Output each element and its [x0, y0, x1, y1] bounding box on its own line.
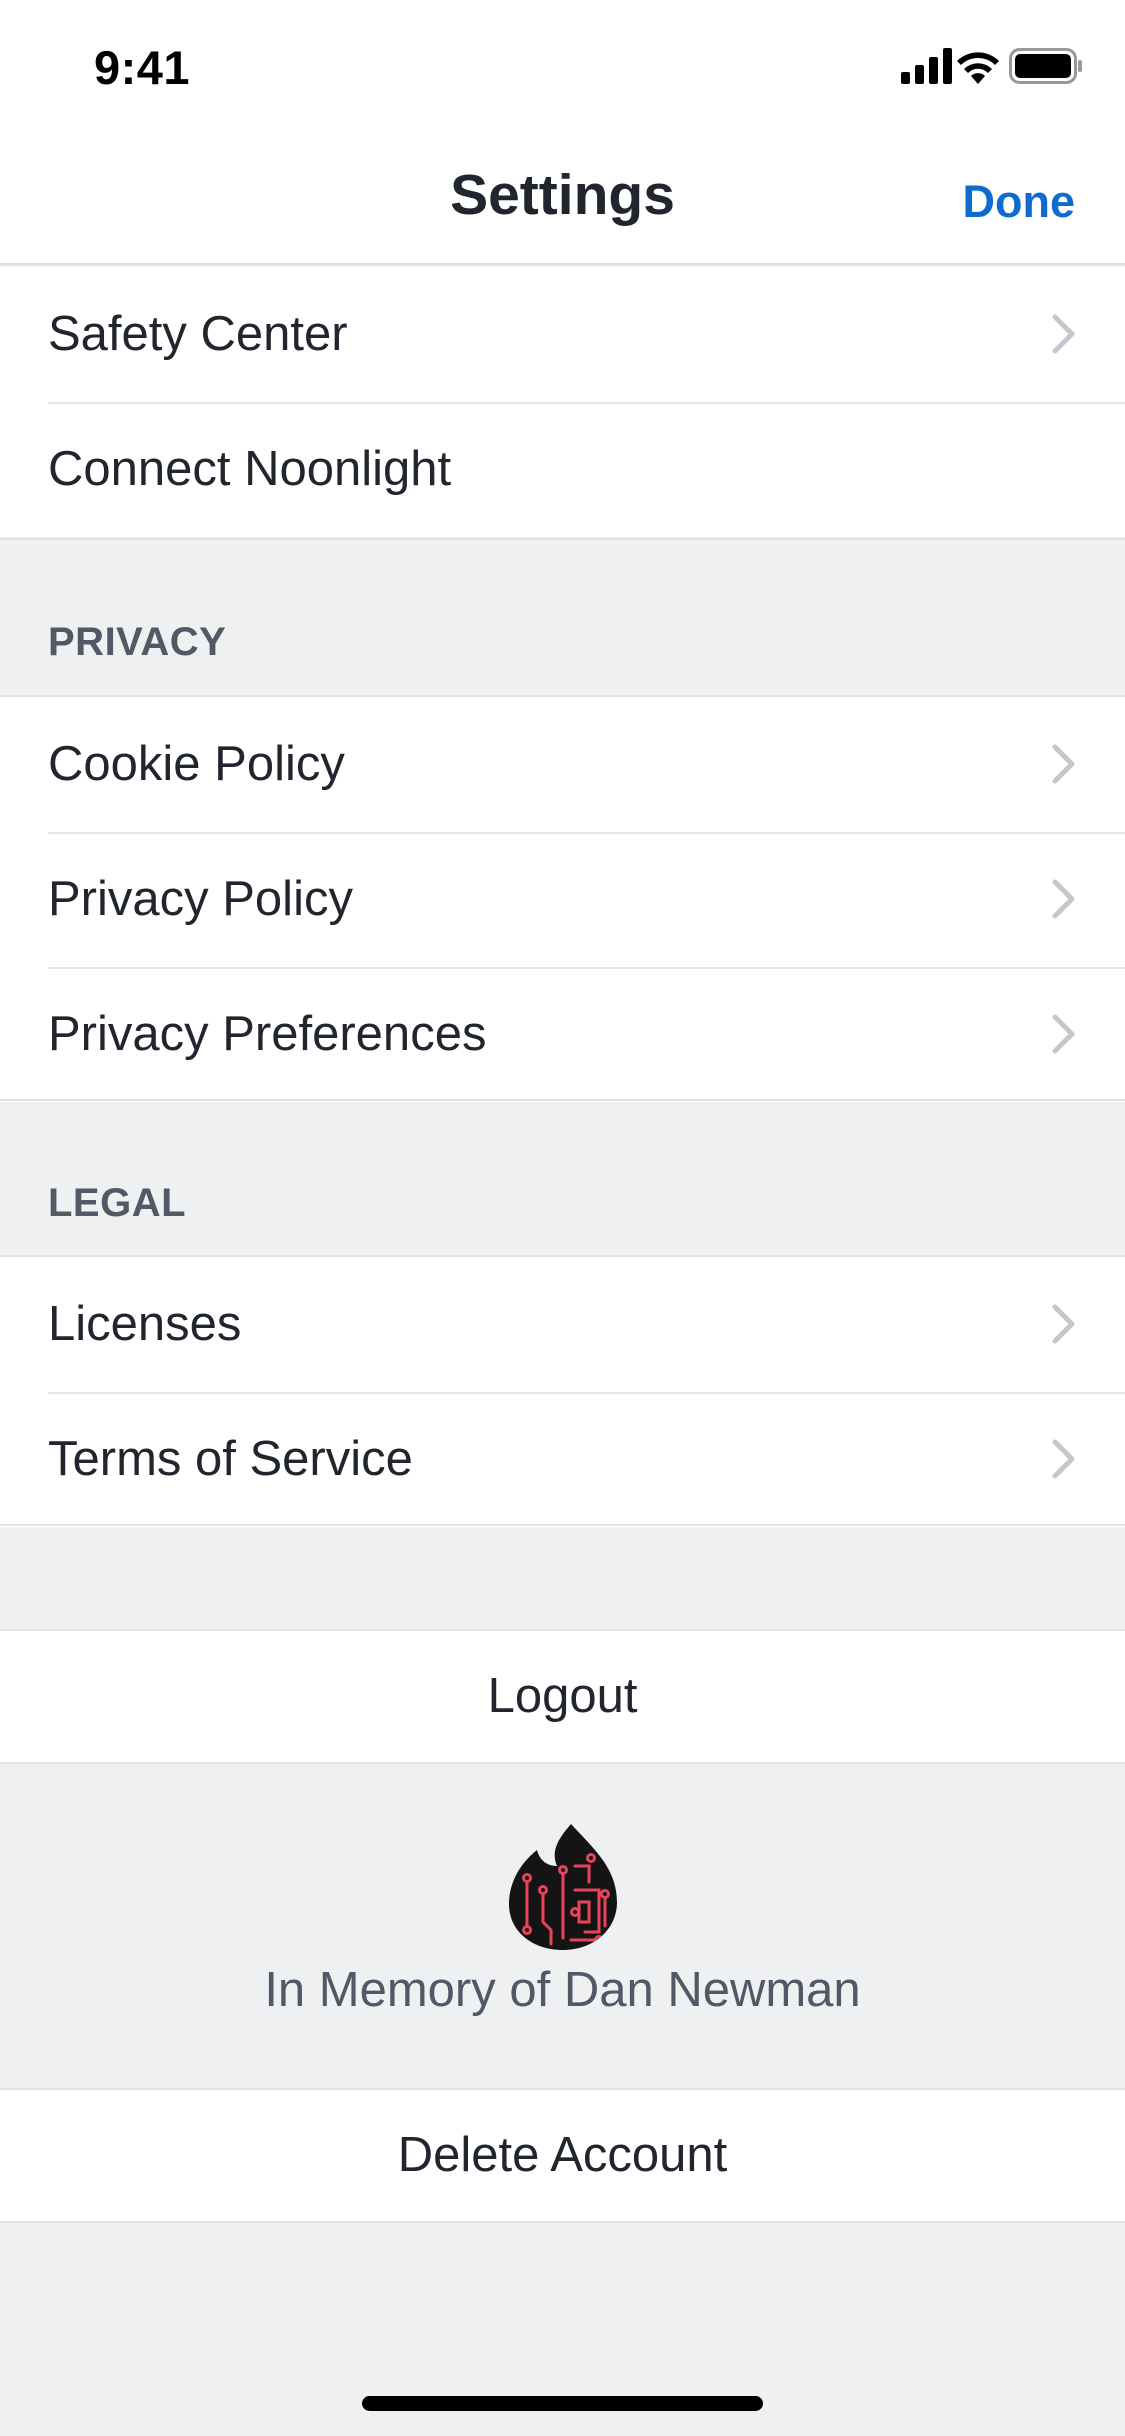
status-time: 9:41 [94, 41, 191, 94]
section-header-legal: LEGAL [48, 1181, 187, 1225]
chevron-right-icon [1052, 744, 1075, 784]
row-label: Cookie Policy [48, 737, 345, 791]
cellular-signal-icon [901, 48, 952, 84]
safety-group: Safety Center Connect Noonlight [0, 267, 1125, 537]
logout-button[interactable]: Logout [0, 1629, 1125, 1764]
nav-bar: Settings Done [0, 132, 1125, 265]
page-title: Settings [450, 163, 675, 227]
battery-icon [1009, 48, 1082, 84]
wifi-icon [957, 52, 999, 84]
done-button[interactable]: Done [963, 176, 1076, 228]
row-label: Licenses [48, 1297, 242, 1351]
privacy-group: Cookie Policy Privacy Policy Privacy Pre… [0, 697, 1125, 1102]
connect-noonlight-row[interactable]: Connect Noonlight [0, 402, 1125, 537]
divider [0, 1099, 1125, 1101]
chevron-right-icon [1052, 879, 1075, 919]
safety-center-row[interactable]: Safety Center [0, 267, 1125, 402]
terms-of-service-row[interactable]: Terms of Service [0, 1392, 1125, 1527]
divider [0, 538, 1125, 540]
privacy-policy-row[interactable]: Privacy Policy [0, 832, 1125, 967]
chevron-right-icon [1052, 1439, 1075, 1479]
row-label: Connect Noonlight [48, 442, 452, 496]
flame-circuit-icon [509, 1824, 617, 1950]
row-label: Privacy Preferences [48, 1007, 487, 1061]
delete-account-button[interactable]: Delete Account [0, 2088, 1125, 2223]
memorial-text: In Memory of Dan Newman [264, 1963, 861, 2017]
divider [0, 1524, 1125, 1526]
home-indicator[interactable] [362, 2396, 763, 2411]
licenses-row[interactable]: Licenses [0, 1257, 1125, 1392]
section-header-privacy: PRIVACY [48, 620, 227, 664]
row-label: Safety Center [48, 307, 348, 361]
legal-group: Licenses Terms of Service [0, 1257, 1125, 1527]
privacy-preferences-row[interactable]: Privacy Preferences [0, 967, 1125, 1102]
cookie-policy-row[interactable]: Cookie Policy [0, 697, 1125, 832]
chevron-right-icon [1052, 1304, 1075, 1344]
chevron-right-icon [1052, 1014, 1075, 1054]
row-label: Privacy Policy [48, 872, 353, 926]
row-label: Terms of Service [48, 1432, 413, 1486]
chevron-right-icon [1052, 314, 1075, 354]
status-bar: 9:41 [0, 0, 1125, 132]
